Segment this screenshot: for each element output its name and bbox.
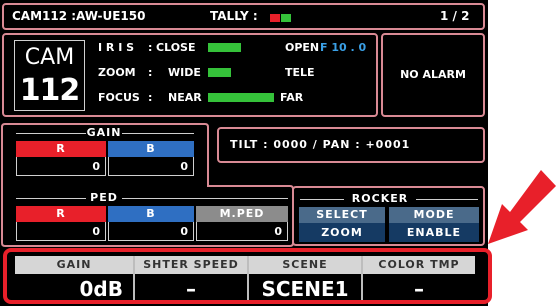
arrow-icon bbox=[488, 170, 556, 244]
